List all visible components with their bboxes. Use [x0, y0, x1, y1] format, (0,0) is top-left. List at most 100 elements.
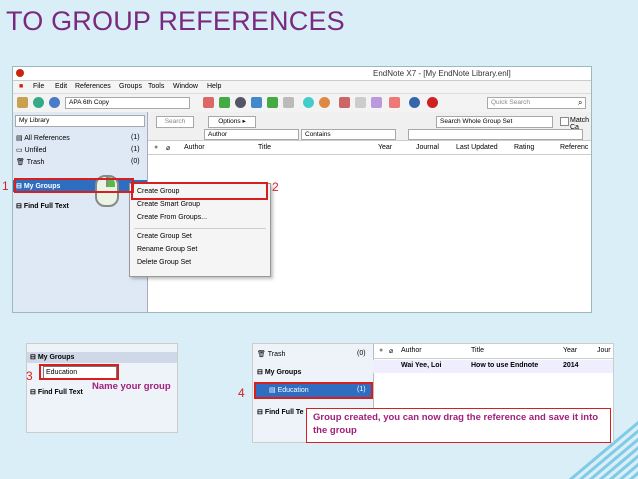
menu-window[interactable]: Window — [173, 83, 198, 90]
open-link-icon[interactable] — [303, 97, 314, 108]
sidebar-item-unfiled[interactable]: ▭ Unfiled — [16, 146, 46, 154]
sync-online-icon[interactable] — [409, 97, 420, 108]
search-icon[interactable]: ⌕ — [578, 98, 582, 108]
menu-icon: ■ — [19, 83, 24, 90]
menu-divider — [134, 228, 266, 229]
sidebar-count: (1) — [131, 134, 140, 141]
help-icon[interactable] — [427, 97, 438, 108]
column-author[interactable]: Author — [401, 347, 422, 354]
cell-title: How to use Endnote — [471, 362, 539, 369]
app-icon — [16, 69, 24, 77]
search-field-select[interactable]: Author — [204, 129, 299, 140]
find-full-text-header[interactable]: ⊟ Find Full Te — [257, 408, 304, 416]
sidebar-item-trash[interactable]: 🗑 Trash — [257, 350, 285, 358]
highlight-create-group — [131, 182, 268, 200]
column-reference-type[interactable]: Referenc — [560, 144, 588, 151]
menu-bar: ■ File Edit References Groups Tools Wind… — [13, 81, 591, 94]
sidebar-item-all-references[interactable]: ▤ All References — [16, 134, 70, 142]
menu-edit[interactable]: Edit — [55, 83, 67, 90]
column-title[interactable]: Title — [471, 347, 484, 354]
step-4-label: 4 — [238, 386, 245, 400]
sidebar-item-label: Trash — [26, 159, 45, 166]
menu-tools[interactable]: Tools — [148, 83, 164, 90]
column-rating[interactable]: Rating — [514, 144, 534, 151]
table-row[interactable]: Wai Yee, Loi How to use Endnote 2014 — [373, 360, 613, 373]
manuscript-icon[interactable] — [371, 97, 382, 108]
step-3-label: 3 — [26, 369, 33, 383]
menu-help[interactable]: Help — [207, 83, 221, 90]
style-select[interactable]: APA 6th Copy — [65, 97, 190, 109]
format-icon[interactable] — [219, 97, 230, 108]
sidebar-count: (0) — [131, 158, 140, 165]
menu-item-create-group-set[interactable]: Create Group Set — [137, 233, 192, 240]
find-full-text-header: ⊟ Find Full Text — [30, 389, 83, 396]
quick-search-input[interactable]: Quick Search — [487, 97, 586, 109]
window-titlebar: EndNote X7 - [My EndNote Library.enl] — [13, 67, 591, 81]
my-groups-header: ⊟ My Groups — [27, 352, 177, 363]
groups-sidebar: My Library ▤ All References (1) ▭ Unfile… — [13, 112, 148, 312]
step-1-label: 1 — [2, 179, 9, 193]
search-scope-select[interactable]: Search Whole Group Set — [436, 116, 553, 128]
new-ref-icon[interactable] — [339, 97, 350, 108]
read-status-icon: ● — [379, 347, 384, 354]
find-full-text-label: Find Full Text — [37, 389, 83, 396]
step-2-label: 2 — [272, 180, 279, 194]
search-panel: Search Options ▸ Search Whole Group Set … — [148, 112, 591, 141]
find-pdf-icon[interactable] — [283, 97, 294, 108]
attachment-icon: ⌀ — [389, 348, 394, 355]
sync-icon[interactable] — [389, 97, 400, 108]
annotation-name-group: Name your group — [92, 381, 171, 392]
highlight-education-group — [254, 382, 373, 399]
column-author[interactable]: Author — [184, 144, 205, 151]
search-term-input[interactable] — [408, 129, 583, 140]
menu-references[interactable]: References — [75, 83, 111, 90]
menu-item-create-from-groups[interactable]: Create From Groups... — [137, 214, 207, 221]
column-journal[interactable]: Journal — [416, 144, 439, 151]
menu-item-delete-group-set[interactable]: Delete Group Set — [137, 259, 191, 266]
insert-ref-icon[interactable] — [203, 97, 214, 108]
attachment-icon: ⌀ — [166, 145, 171, 152]
column-journal[interactable]: Jour — [597, 347, 611, 354]
column-header-row: ● ⌀ Author Title Year Journal Last Updat… — [148, 142, 591, 155]
match-case-checkbox[interactable] — [560, 117, 569, 126]
my-groups-label: My Groups — [37, 354, 75, 361]
sidebar-item-trash[interactable]: 🗑 Trash — [16, 158, 44, 166]
my-groups-header[interactable]: ⊟ My Groups — [257, 368, 301, 376]
sidebar-item-label: Unfiled — [24, 147, 47, 154]
export-icon[interactable] — [267, 97, 278, 108]
column-last-updated[interactable]: Last Updated — [456, 144, 498, 151]
menu-item-create-smart-group[interactable]: Create Smart Group — [137, 201, 200, 208]
options-button[interactable]: Options ▸ — [208, 116, 256, 128]
search-button[interactable]: Search — [156, 116, 194, 128]
import-icon[interactable] — [251, 97, 262, 108]
sidebar-count: (0) — [357, 350, 366, 357]
column-title[interactable]: Title — [258, 144, 271, 151]
library-mode-icon[interactable] — [17, 97, 28, 108]
search-online-icon[interactable] — [235, 97, 246, 108]
sidebar-count: (1) — [131, 146, 140, 153]
search-operator-select[interactable]: Contains — [301, 129, 396, 140]
find-full-text-header[interactable]: ⊟ Find Full Text — [16, 202, 69, 210]
online-mode-icon[interactable] — [33, 97, 44, 108]
menu-groups[interactable]: Groups — [119, 83, 142, 90]
sidebar-item-label: Trash — [267, 351, 286, 358]
cell-year: 2014 — [563, 362, 579, 369]
cell-author: Wai Yee, Loi — [401, 362, 442, 369]
column-year[interactable]: Year — [563, 347, 577, 354]
toolbar: APA 6th Copy Quick Search ⌕ — [13, 94, 591, 113]
sidebar-item-label: All References — [24, 135, 70, 142]
open-file-icon[interactable] — [319, 97, 330, 108]
menu-item-rename-group-set[interactable]: Rename Group Set — [137, 246, 197, 253]
annotation-group-created: Group created, you can now drag the refe… — [313, 412, 599, 436]
read-status-icon: ● — [154, 144, 159, 151]
integrated-mode-icon[interactable] — [49, 97, 60, 108]
highlight-group-name — [39, 364, 119, 380]
menu-file[interactable]: File — [33, 83, 44, 90]
highlight-my-groups — [14, 178, 134, 193]
my-groups-label: My Groups — [264, 369, 302, 376]
library-name: My Library — [15, 115, 145, 127]
endnote-window: EndNote X7 - [My EndNote Library.enl] ■ … — [12, 66, 592, 313]
column-year[interactable]: Year — [378, 144, 392, 151]
slide-title: TO GROUP REFERENCES — [6, 6, 345, 36]
edit-ref-icon[interactable] — [355, 97, 366, 108]
